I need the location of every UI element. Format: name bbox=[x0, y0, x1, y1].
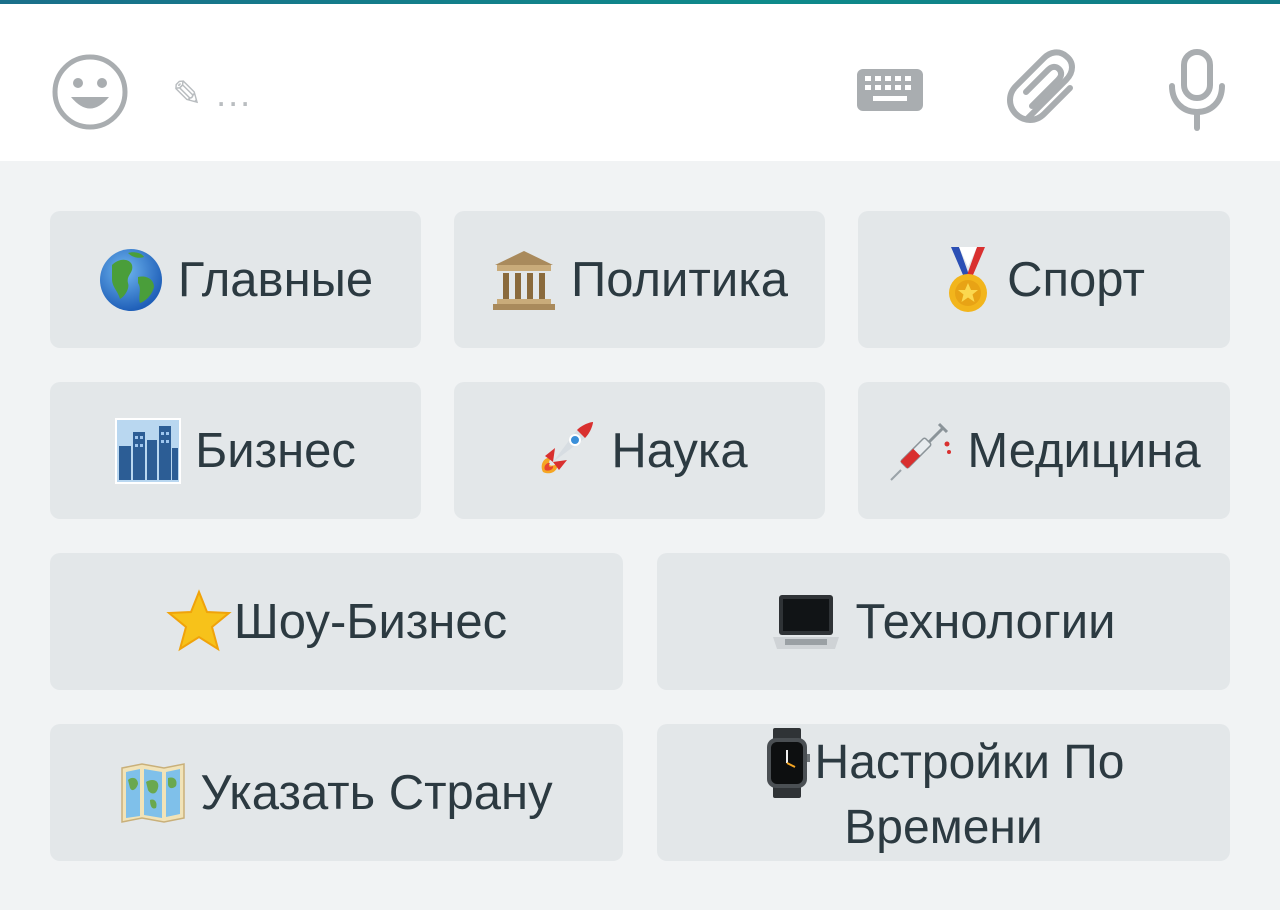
business-label: Бизнес bbox=[195, 423, 356, 478]
business-button[interactable]: Бизнес bbox=[50, 382, 421, 519]
country-label: Указать Страну bbox=[200, 765, 553, 820]
tech-label: Технологии bbox=[855, 594, 1116, 649]
showbiz-button[interactable]: Шоу-Бизнес bbox=[50, 553, 623, 690]
medicine-label: Медицина bbox=[967, 423, 1201, 478]
reply-keyboard: Главные Политика Спорт Бизнес Наука Меди… bbox=[0, 161, 1280, 910]
attach-button[interactable] bbox=[1004, 46, 1088, 134]
microphone-icon bbox=[1169, 49, 1225, 131]
paperclip-icon bbox=[1007, 49, 1075, 123]
politics-label: Политика bbox=[571, 252, 788, 307]
star-icon bbox=[166, 588, 232, 655]
globe-icon bbox=[98, 247, 164, 313]
time-settings-button[interactable]: Настройки По Времени bbox=[657, 724, 1230, 861]
main-button[interactable]: Главные bbox=[50, 211, 421, 348]
main-label: Главные bbox=[177, 252, 374, 307]
message-input-bar: ✎ ... bbox=[0, 4, 1280, 161]
sport-label: Спорт bbox=[1007, 252, 1145, 307]
smile-icon bbox=[52, 54, 128, 130]
showbiz-label: Шоу-Бизнес bbox=[233, 594, 508, 649]
message-placeholder: ✎ ... bbox=[172, 73, 253, 114]
syringe-icon bbox=[887, 418, 953, 484]
tech-button[interactable]: Технологии bbox=[657, 553, 1230, 690]
sport-button[interactable]: Спорт bbox=[858, 211, 1230, 348]
keyboard-button[interactable] bbox=[852, 60, 928, 120]
city-icon bbox=[115, 417, 182, 484]
microphone-button[interactable] bbox=[1162, 46, 1232, 134]
politics-button[interactable]: Политика bbox=[454, 211, 825, 348]
keyboard-icon bbox=[857, 69, 923, 111]
watch-icon bbox=[763, 727, 811, 798]
time-settings-label-line2: Времени bbox=[844, 800, 1043, 854]
science-button[interactable]: Наука bbox=[454, 382, 825, 519]
time-settings-label-line1: Настройки По bbox=[814, 735, 1125, 789]
medicine-button[interactable]: Медицина bbox=[858, 382, 1230, 519]
emoji-button[interactable] bbox=[48, 50, 132, 134]
country-button[interactable]: Указать Страну bbox=[50, 724, 623, 861]
medal-icon bbox=[943, 245, 993, 315]
classical-building-icon bbox=[491, 247, 557, 313]
science-label: Наука bbox=[611, 423, 748, 478]
laptop-icon bbox=[771, 589, 841, 655]
world-map-icon bbox=[120, 762, 186, 824]
rocket-icon bbox=[531, 418, 597, 484]
message-input[interactable]: ✎ ... bbox=[172, 64, 252, 124]
